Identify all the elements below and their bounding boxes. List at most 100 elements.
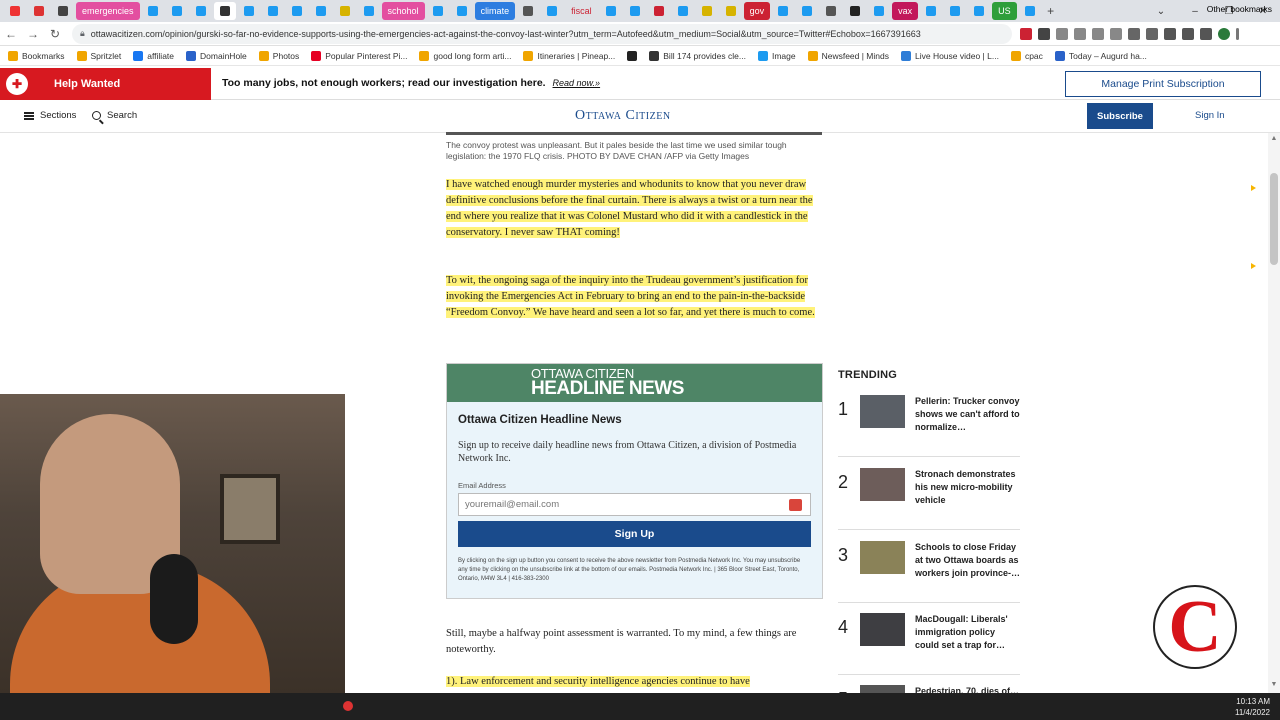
trending-title[interactable]: Schools to close Friday at two Ottawa bo… [915,541,1021,580]
reload-icon[interactable]: ↻ [44,23,66,45]
extension-icon[interactable] [1164,27,1176,40]
bookmark-item[interactable]: good long form arti... [419,50,511,61]
browser-tab[interactable] [944,2,966,20]
bookmark-item[interactable] [627,50,638,61]
browser-tab[interactable]: emergencies [76,2,140,20]
browser-tab[interactable] [190,2,212,20]
browser-tab[interactable] [720,2,742,20]
browser-tab[interactable] [600,2,622,20]
extension-icon[interactable] [1128,27,1140,40]
browser-tab[interactable]: vax [892,2,919,20]
sign-up-button[interactable]: Sign Up [458,521,811,547]
extension-icon[interactable] [1056,27,1068,40]
browser-tab[interactable] [672,2,694,20]
browser-tab[interactable] [334,2,356,20]
browser-tab[interactable] [286,2,308,20]
menu-icon[interactable] [1236,27,1239,40]
browser-tab[interactable] [52,2,74,20]
bookmark-item[interactable]: Popular Pinterest Pi... [311,50,407,61]
extension-icon[interactable] [1092,27,1104,40]
bookmark-item[interactable]: Bill 174 provides cle... [649,50,746,61]
bookmark-item[interactable]: Bookmarks [8,50,65,61]
browser-tab[interactable] [968,2,990,20]
browser-tab[interactable] [920,2,942,20]
bookmark-item[interactable]: Today – Augurd ha... [1054,50,1147,61]
trending-item[interactable]: 4 MacDougall: Liberals' immigration poli… [838,613,1020,675]
extension-icon[interactable] [1182,27,1194,40]
trending-item[interactable]: 1 Pellerin: Trucker convoy shows we can'… [838,395,1020,457]
browser-tab[interactable]: fiscal [565,2,598,20]
browser-tab[interactable] [427,2,449,20]
browser-tab[interactable] [166,2,188,20]
sections-button[interactable]: Sections [24,110,76,121]
browser-tab[interactable] [820,2,842,20]
trending-title[interactable]: Stronach demonstrates his new micro-mobi… [915,468,1021,507]
browser-tab[interactable] [451,2,473,20]
bookmark-item[interactable]: DomainHole [186,50,247,61]
extension-icon[interactable] [1020,27,1032,40]
scrollbar-thumb[interactable] [1270,173,1278,265]
profile-avatar[interactable] [1218,27,1230,40]
forward-icon[interactable]: → [22,23,44,45]
browser-tab[interactable] [648,2,670,20]
url-field[interactable]: 🔒︎ ottawacitizen.com/opinion/gurski-so-f… [72,23,1012,44]
trending-thumbnail[interactable] [860,541,905,574]
sign-in-link[interactable]: Sign In [1195,110,1225,121]
browser-tab[interactable] [4,2,26,20]
browser-tab[interactable] [358,2,380,20]
bookmark-item[interactable]: Live House video | L... [900,50,999,61]
manage-print-subscription-button[interactable]: Manage Print Subscription [1065,71,1261,97]
system-clock[interactable]: 10:13 AM 11/4/2022 [1235,696,1270,718]
password-manager-icon[interactable] [789,499,802,511]
extension-icon[interactable] [1038,27,1050,40]
browser-tab[interactable]: gov [743,2,771,20]
bookmark-item[interactable]: Photos [258,50,299,61]
trending-item[interactable]: 2 Stronach demonstrates his new micro-mo… [838,468,1020,530]
trending-title[interactable]: MacDougall: Liberals' immigration policy… [915,613,1021,652]
browser-tab[interactable] [142,2,164,20]
bookmark-item[interactable]: Itineraries | Pineap... [523,50,615,61]
browser-tab[interactable] [517,2,539,20]
trending-thumbnail[interactable] [860,468,905,501]
browser-tab[interactable]: US [992,2,1017,20]
bookmark-item[interactable]: Image [757,50,796,61]
back-icon[interactable]: ← [0,23,22,45]
search-button[interactable]: Search [92,110,137,121]
browser-tab[interactable] [772,2,794,20]
browser-tab[interactable] [1019,2,1041,20]
site-logo[interactable]: Ottawa Citizen [575,108,671,124]
browser-tab[interactable] [28,2,50,20]
extension-icon[interactable] [1110,27,1122,40]
scroll-down-icon[interactable]: ▼ [1270,681,1278,689]
browser-tab[interactable] [262,2,284,20]
extension-icon[interactable] [1146,27,1158,40]
bookmark-item[interactable]: Spritzlet [76,50,121,61]
trending-item[interactable]: 3 Schools to close Friday at two Ottawa … [838,541,1020,603]
browser-tab[interactable] [213,2,236,20]
browser-tab[interactable]: schohol [381,2,425,20]
browser-tab[interactable] [696,2,718,20]
new-tab-icon[interactable]: + [1043,3,1059,19]
browser-tab[interactable]: climate [474,2,516,20]
browser-tab[interactable] [868,2,890,20]
browser-tab[interactable] [238,2,260,20]
record-icon[interactable] [343,701,353,711]
extension-icon[interactable] [1200,27,1212,40]
tab-search-icon[interactable]: ⌄ [1144,0,1178,22]
trending-thumbnail[interactable] [860,613,905,646]
bookmark-item[interactable]: Newsfeed | Minds [807,50,889,61]
other-bookmarks[interactable]: Other bookmarks [1207,4,1272,14]
browser-tab[interactable] [844,2,866,20]
bookmark-item[interactable]: affiliate [133,50,174,61]
email-field[interactable]: youremail@email.com [458,493,811,516]
browser-tab[interactable] [310,2,332,20]
browser-tab[interactable] [796,2,818,20]
browser-tab[interactable] [624,2,646,20]
bookmark-item[interactable]: cpac [1010,50,1043,61]
extension-icon[interactable] [1074,27,1086,40]
help-wanted-banner[interactable]: ✚ Help Wanted [0,68,211,100]
scroll-up-icon[interactable]: ▲ [1270,135,1278,143]
subscribe-button[interactable]: Subscribe [1087,103,1153,129]
trending-thumbnail[interactable] [860,395,905,428]
read-now-link[interactable]: Read now.» [553,78,601,88]
